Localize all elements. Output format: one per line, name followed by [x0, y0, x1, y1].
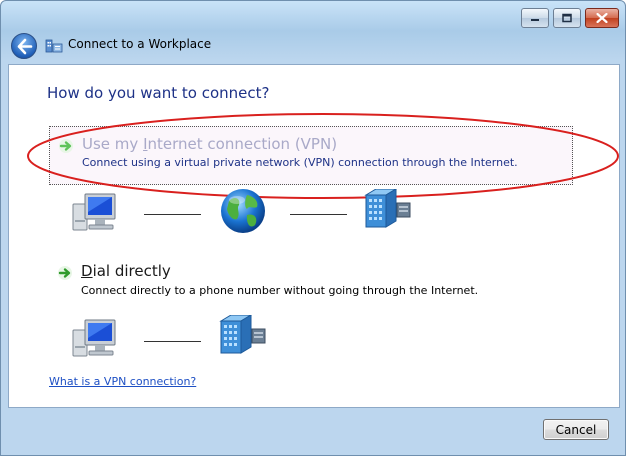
- window: Connect to a Workplace How do you want t…: [0, 0, 626, 456]
- green-arrow-icon: [58, 266, 72, 280]
- connection-line: [290, 214, 347, 215]
- green-arrow-icon: [59, 139, 73, 153]
- minimize-button[interactable]: [521, 8, 549, 28]
- corporate-network-icon: [219, 315, 266, 354]
- option-vpn[interactable]: Use my Internet connection (VPN) Connect…: [49, 126, 573, 185]
- close-icon: [596, 13, 608, 23]
- option-dial-title: Dial directly: [81, 262, 171, 280]
- computer-icon: [72, 319, 116, 357]
- option-vpn-description: Connect using a virtual private network …: [82, 156, 518, 169]
- option-dial-description: Connect directly to a phone number witho…: [81, 284, 479, 297]
- content-panel: How do you want to connect? Use my Inter…: [8, 64, 620, 408]
- cancel-button[interactable]: Cancel: [543, 419, 609, 440]
- computer-icon: [72, 193, 116, 231]
- help-link-vpn[interactable]: What is a VPN connection?: [49, 375, 196, 388]
- back-button[interactable]: [11, 33, 37, 59]
- maximize-icon: [562, 13, 572, 23]
- window-title: Connect to a Workplace: [68, 37, 212, 51]
- close-button[interactable]: [585, 8, 619, 28]
- globe-icon: [221, 189, 265, 233]
- maximize-button[interactable]: [553, 8, 581, 28]
- workplace-icon: [45, 39, 63, 53]
- option-dial[interactable]: Dial directly Connect directly to a phon…: [49, 262, 573, 302]
- back-arrow-icon: [17, 38, 33, 55]
- option-vpn-title: Use my Internet connection (VPN): [82, 135, 338, 153]
- minimize-icon: [531, 19, 539, 21]
- connection-line: [144, 214, 201, 215]
- page-heading: How do you want to connect?: [47, 84, 270, 102]
- connection-line: [144, 341, 201, 342]
- corporate-network-icon: [364, 189, 411, 228]
